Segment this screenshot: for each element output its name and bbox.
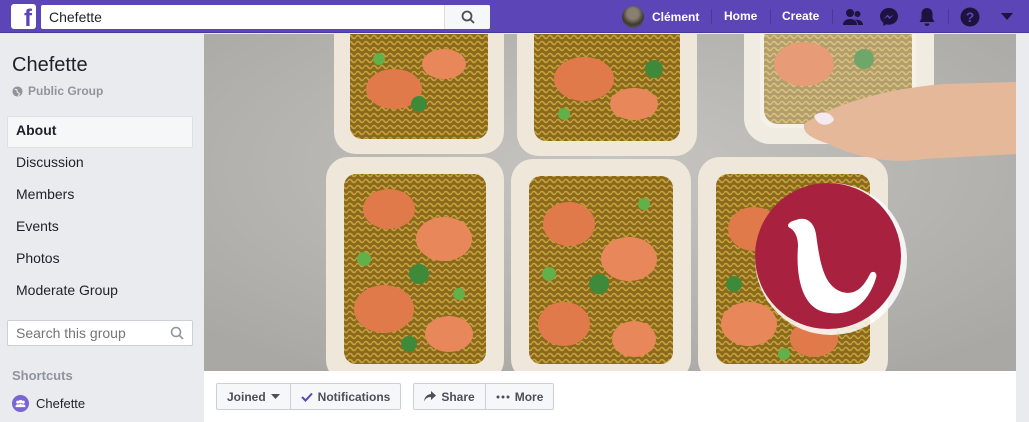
group-nav: About Discussion Members Events Photos M… [7, 116, 193, 308]
group-sidebar: Chefette Public Group About Discussion M… [0, 34, 204, 422]
membership-buttons: Joined Notifications [216, 383, 402, 410]
help-button[interactable]: ? [959, 6, 981, 28]
share-more-buttons: Share More [413, 383, 555, 410]
home-link[interactable]: Home [724, 9, 757, 23]
divider [948, 9, 949, 24]
sidebar-item-discussion[interactable]: Discussion [7, 148, 193, 180]
group-privacy: Public Group [12, 84, 103, 98]
sidebar-item-members[interactable]: Members [7, 180, 193, 212]
messenger-button[interactable] [878, 6, 900, 28]
group-search-input[interactable] [8, 321, 158, 345]
joined-button[interactable]: Joined [217, 384, 290, 409]
share-label: Share [441, 389, 475, 404]
global-search [41, 5, 490, 29]
caret-down-icon [270, 393, 280, 399]
user-name: Clément [652, 9, 700, 24]
sidebar-item-moderate-group[interactable]: Moderate Group [7, 276, 193, 308]
cover-image [204, 34, 1016, 371]
notifications-label: Notifications [317, 389, 391, 404]
group-icon [12, 395, 29, 412]
profile-link[interactable]: Clément [622, 4, 699, 29]
more-label: More [514, 389, 544, 404]
checkmark-icon [300, 392, 313, 402]
top-navigation-bar: f Clément Home Create ? [0, 0, 1029, 33]
more-button[interactable]: More [484, 384, 554, 409]
food-container [511, 159, 691, 371]
share-icon [424, 391, 437, 402]
food-container [326, 157, 504, 371]
group-name[interactable]: Chefette [12, 54, 88, 77]
food-container [517, 34, 697, 156]
ellipsis-icon [496, 395, 510, 398]
group-actions: Joined Notifications Share More [216, 383, 555, 410]
create-link[interactable]: Create [782, 9, 819, 23]
shortcut-chefette[interactable]: Chefette [12, 395, 85, 412]
sidebar-item-about[interactable]: About [7, 116, 193, 148]
svg-text:?: ? [966, 9, 975, 25]
help-icon: ? [960, 7, 980, 27]
notifications-button[interactable] [916, 6, 938, 28]
sidebar-item-events[interactable]: Events [7, 212, 193, 244]
food-container [334, 34, 504, 154]
chefette-logo [755, 183, 907, 335]
page-gutter [1016, 34, 1029, 422]
shortcut-label: Chefette [36, 396, 86, 411]
caret-down-icon [1001, 13, 1013, 20]
group-search [7, 320, 193, 346]
bell-icon [919, 8, 935, 26]
account-menu-button[interactable] [996, 6, 1018, 28]
group-type-label: Public Group [28, 84, 104, 98]
notifications-setting-button[interactable]: Notifications [289, 384, 401, 409]
joined-label: Joined [227, 389, 266, 404]
search-icon[interactable] [170, 326, 184, 340]
sidebar-item-photos[interactable]: Photos [7, 244, 193, 276]
facebook-logo-icon[interactable]: f [11, 4, 36, 29]
search-button[interactable] [444, 5, 490, 29]
share-button[interactable]: Share [414, 384, 484, 409]
global-search-input[interactable] [41, 5, 443, 29]
friends-icon [843, 9, 863, 25]
divider [832, 9, 833, 24]
shortcuts-heading: Shortcuts [12, 368, 73, 383]
globe-icon [12, 85, 23, 97]
search-icon [461, 10, 475, 24]
cover-photo[interactable] [204, 34, 1016, 371]
messenger-icon [880, 8, 898, 26]
group-main: Joined Notifications Share More [204, 34, 1016, 422]
divider [770, 9, 771, 24]
avatar [622, 5, 644, 28]
divider [711, 9, 712, 24]
friend-requests-button[interactable] [842, 6, 864, 28]
